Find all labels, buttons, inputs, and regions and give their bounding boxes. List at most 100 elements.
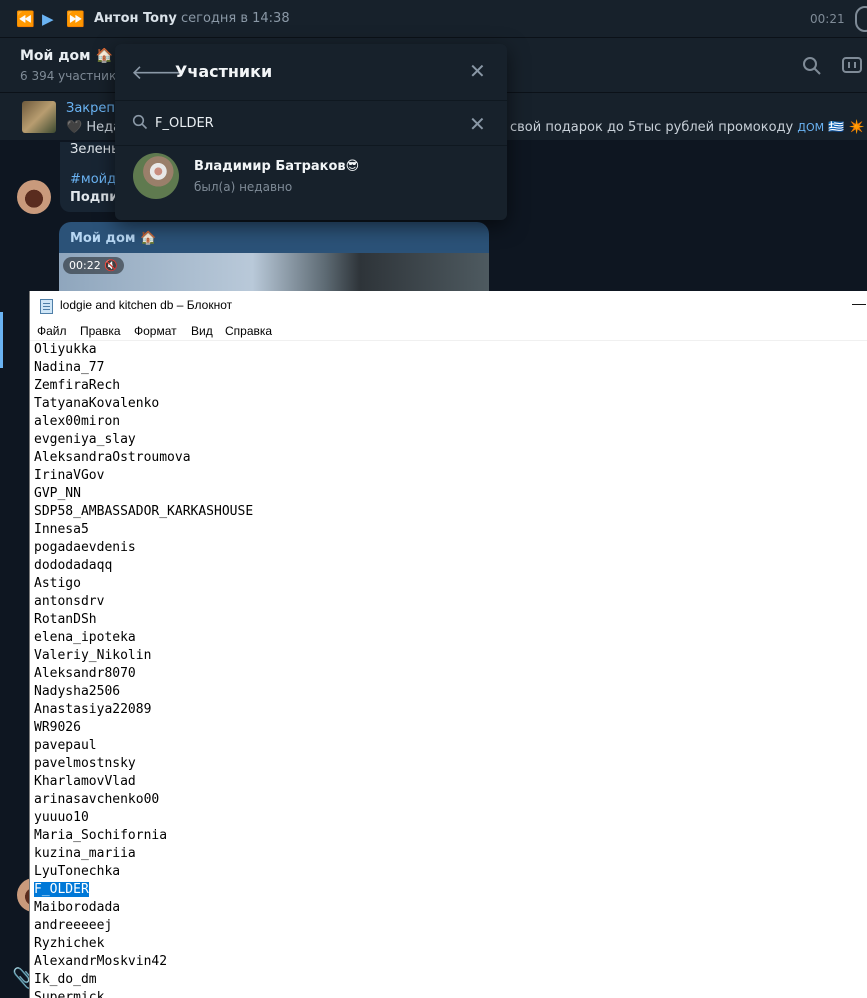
notepad-titlebar[interactable]: lodgie and kitchen db – Блокнот — <box>30 291 867 321</box>
close-icon[interactable]: ✕ <box>469 59 486 83</box>
menu-format[interactable]: Формат <box>134 324 177 338</box>
text-line-content: Innesa5 <box>34 522 89 537</box>
text-line: Anastasiya22089 <box>34 701 253 719</box>
text-line: WR9026 <box>34 719 253 737</box>
text-line: RotanDSh <box>34 611 253 629</box>
text-line-content: dododadaqq <box>34 558 113 573</box>
text-line: ZemfiraRech <box>34 377 253 395</box>
audio-date: сегодня в 14:38 <box>180 11 290 26</box>
text-line: F_OLDER <box>34 881 253 899</box>
member-name: Владимир Батраков😎 <box>194 159 360 174</box>
text-line: Nadina_77 <box>34 359 253 377</box>
text-line: Nadysha2506 <box>34 683 253 701</box>
text-line-content: alex00miron <box>34 414 121 429</box>
play-icon[interactable]: ▶ <box>42 9 54 29</box>
previous-track-icon[interactable]: ⏪ <box>16 9 35 29</box>
text-line: SDP58_AMBASSADOR_KARKASHOUSE <box>34 503 253 521</box>
text-line: Aleksandr8070 <box>34 665 253 683</box>
text-line: AlexandrMoskvin42 <box>34 953 253 971</box>
text-line: Ik_do_dm <box>34 971 253 989</box>
text-line-content: pogadaevdenis <box>34 540 136 555</box>
audio-info[interactable]: Антон Tony сегодня в 14:38 <box>94 11 290 26</box>
text-line-content: Nadysha2506 <box>34 684 121 699</box>
member-search-input[interactable] <box>155 113 455 133</box>
chat-member-count: 6 394 участника <box>20 69 124 83</box>
pinned-text-end: 🇬🇷 ✴️ Закаж <box>828 120 867 135</box>
text-line-content: IrinaVGov <box>34 468 105 483</box>
text-line: Valeriy_Nikolin <box>34 647 253 665</box>
text-editor[interactable]: Oliyukka Nadina_77 ZemfiraRech TatyanaKoval… <box>30 341 867 998</box>
text-line-content: SDP58_AMBASSADOR_KARKASHOUSE <box>34 504 254 519</box>
dialog-title: Участники <box>175 62 273 81</box>
text-line: alex00miron <box>34 413 253 431</box>
minimize-icon[interactable]: — <box>852 295 866 311</box>
audio-author: Антон Tony <box>94 11 177 26</box>
muted-icon: 🔇 <box>104 259 118 272</box>
dialog-header: 🡐 Участники ✕ <box>115 44 507 100</box>
text-line-content: Astigo <box>34 576 81 591</box>
text-line: AleksandraOstroumova <box>34 449 253 467</box>
next-track-icon[interactable]: ⏩ <box>66 9 85 29</box>
audio-player-bar: ⏪ ▶ ⏩ Антон Tony сегодня в 14:38 00:21 <box>0 0 867 38</box>
text-line-content: Aleksandr8070 <box>34 666 136 681</box>
menu-view[interactable]: Вид <box>191 324 213 338</box>
text-line-content: Nadina_77 <box>34 360 105 375</box>
selected-text: F_OLDER <box>34 882 89 897</box>
text-line-content: antonsdrv <box>34 594 105 609</box>
pinned-text-right-main: свой подарок до 5тыс рублей промокоду <box>510 120 794 135</box>
text-line-content: AlexandrMoskvin42 <box>34 954 168 969</box>
members-dialog: 🡐 Участники ✕ ✕ Владимир Батраков😎 был(а… <box>115 44 507 220</box>
text-line-content: LyuTonechka <box>34 864 121 879</box>
text-line: LyuTonechka <box>34 863 253 881</box>
clear-search-icon[interactable]: ✕ <box>469 112 486 136</box>
text-line-content: AleksandraOstroumova <box>34 450 191 465</box>
text-line-content: arinasavchenko00 <box>34 792 160 807</box>
pinned-text: 🖤 Неда <box>66 120 122 135</box>
text-line: antonsdrv <box>34 593 253 611</box>
text-line: TatyanaKovalenko <box>34 395 253 413</box>
menu-file[interactable]: Файл <box>37 324 67 338</box>
text-line-content: GVP_NN <box>34 486 81 501</box>
text-line: Maiborodada <box>34 899 253 917</box>
text-line: kuzina_mariia <box>34 845 253 863</box>
chat-list-accent <box>0 312 3 368</box>
text-line-content: elena_ipoteka <box>34 630 136 645</box>
text-line: Oliyukka <box>34 341 253 359</box>
live-chat-icon[interactable] <box>841 55 863 77</box>
video-duration-text: 00:22 <box>69 259 101 272</box>
avatar <box>133 153 179 199</box>
menu-edit[interactable]: Правка <box>80 324 121 338</box>
text-line-content: Maria_Sochifornia <box>34 828 168 843</box>
member-search: ✕ <box>115 100 507 146</box>
text-line-content: pavepaul <box>34 738 97 753</box>
text-line-content: ZemfiraRech <box>34 378 121 393</box>
pinned-tag: ДОМ <box>797 121 825 134</box>
text-line: pogadaevdenis <box>34 539 253 557</box>
avatar[interactable] <box>17 180 51 214</box>
member-row[interactable]: Владимир Батраков😎 был(а) недавно <box>115 147 507 205</box>
text-line-content: Ik_do_dm <box>34 972 97 987</box>
text-line: evgeniya_slay <box>34 431 253 449</box>
text-line-content: RotanDSh <box>34 612 97 627</box>
message-line: Зелень <box>70 142 119 157</box>
search-icon[interactable] <box>802 56 822 76</box>
screen: ⏪ ▶ ⏩ Антон Tony сегодня в 14:38 00:21 М… <box>0 0 867 998</box>
text-line: Innesa5 <box>34 521 253 539</box>
text-line: IrinaVGov <box>34 467 253 485</box>
text-line: KharlamovVlad <box>34 773 253 791</box>
volume-icon[interactable] <box>855 6 867 32</box>
text-line: Maria_Sochifornia <box>34 827 253 845</box>
text-line-content: Oliyukka <box>34 342 97 357</box>
pinned-thumbnail <box>22 101 56 133</box>
menu-bar: Файл Правка Формат Вид Справка <box>30 321 867 341</box>
menu-help[interactable]: Справка <box>225 324 272 338</box>
member-status: был(а) недавно <box>194 180 293 194</box>
text-line: pavepaul <box>34 737 253 755</box>
window-title: lodgie and kitchen db – Блокнот <box>60 298 233 312</box>
text-line: yuuuo10 <box>34 809 253 827</box>
text-line-content: andreeeeej <box>34 918 113 933</box>
text-line: Astigo <box>34 575 253 593</box>
text-line: andreeeeej <box>34 917 253 935</box>
search-icon <box>132 114 148 130</box>
text-line: arinasavchenko00 <box>34 791 253 809</box>
